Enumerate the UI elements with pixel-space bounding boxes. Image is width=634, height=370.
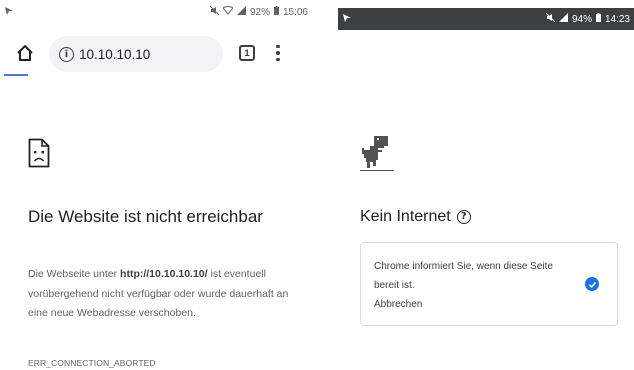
error-title: Die Website ist nicht erreichbar [28,207,263,226]
notification-arrow-icon [4,6,14,19]
error-description-start: Die Webseite unter [28,268,121,280]
clock: 14:23 [604,13,630,25]
screenshot-root: 92% 15:06 i 10.10.10.10 1 Die Website is… [0,0,634,370]
status-indicators: 92% 15:06 [209,5,308,18]
error-code: ERR_CONNECTION_ABORTED [28,358,156,368]
signal-icon [558,13,568,25]
mute-icon [545,12,556,25]
help-icon[interactable]: ? [456,210,471,224]
wifi-icon [222,6,234,18]
url-text: 10.10.10.10 [79,46,151,62]
notify-message: Chrome informiert Sie, wenn diese Seite … [374,261,553,291]
info-icon[interactable]: i [59,46,74,62]
tab-switcher-button[interactable]: 1 [239,45,255,61]
right-phone-screen: 94% 14:23 Kein Internet ? Chrome informi… [338,0,634,370]
battery-percent: 92% [249,6,270,18]
page-load-progress [4,74,28,76]
sad-page-icon [28,138,50,168]
notify-text: Chrome informiert Sie, wenn diese Seite … [374,257,554,314]
left-phone-screen: 92% 15:06 i 10.10.10.10 1 Die Website is… [0,0,312,370]
cancel-link[interactable]: Abbrechen [374,299,422,310]
notification-arrow-icon [342,13,352,26]
offline-title-text: Kein Internet [360,208,451,225]
browser-toolbar: i 10.10.10.10 1 [0,32,312,74]
status-indicators: 94% 14:23 [545,12,630,25]
check-icon[interactable] [585,277,599,291]
signal-icon [236,6,246,18]
dino-icon[interactable] [360,136,394,174]
address-bar[interactable]: i 10.10.10.10 [49,36,223,72]
status-bar-left: 92% 15:06 [0,0,312,24]
clock: 15:06 [282,6,308,18]
error-url: http://10.10.10.10/ [120,268,208,280]
battery-percent: 94% [571,13,592,25]
offline-title: Kein Internet ? [360,206,471,228]
battery-icon [595,13,601,25]
overflow-menu-icon[interactable] [273,42,283,64]
home-icon[interactable] [14,42,36,64]
mute-icon [209,5,220,18]
notify-card: Chrome informiert Sie, wenn diese Seite … [360,242,618,326]
battery-icon [273,6,279,18]
status-bar-right: 94% 14:23 [338,8,634,30]
error-description: Die Webseite unter http://10.10.10.10/ i… [28,265,298,324]
